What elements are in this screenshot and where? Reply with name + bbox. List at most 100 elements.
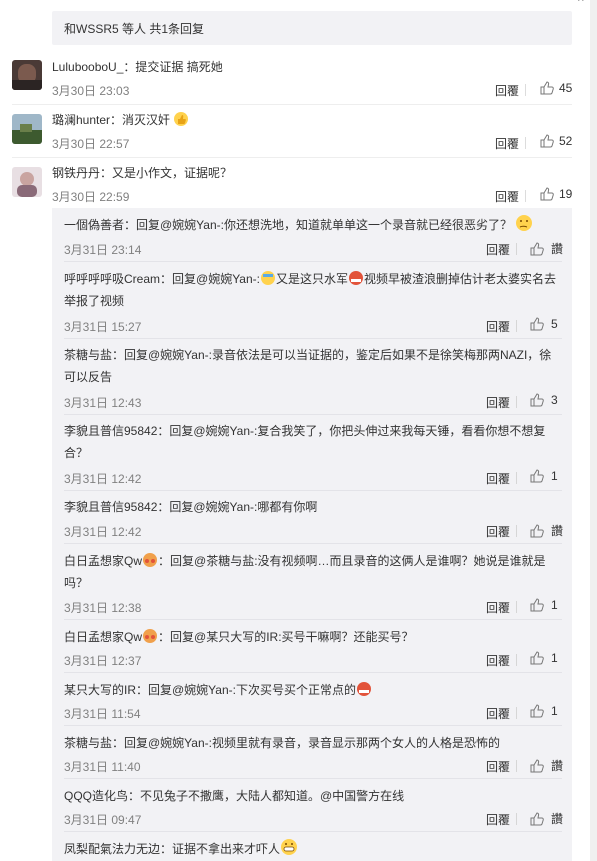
reply-text: 凤梨配氣法力无边：证据不拿出来才吓人 xyxy=(64,838,562,860)
reply-time: 3月31日 12:42 xyxy=(64,472,142,486)
reply-button[interactable]: 回覆 xyxy=(486,652,510,669)
comment-text: ：又是小作文，证据呢？ xyxy=(100,166,233,180)
divider xyxy=(64,261,562,262)
thumbs-up-icon xyxy=(540,134,554,148)
reply-button[interactable]: 回覆 xyxy=(486,241,510,258)
divider xyxy=(64,725,562,726)
divider xyxy=(516,320,517,332)
like-count: 讚 xyxy=(551,812,564,826)
like-button[interactable]: 45 xyxy=(540,81,572,95)
reply-text: 白日孟想家Qw ：回复@茶糖与盐:没有视频啊…而且录音的这俩人是谁啊？她说是谁就是… xyxy=(64,550,562,594)
reply-time: 3月31日 15:27 xyxy=(64,320,142,334)
like-button[interactable]: 3 xyxy=(530,393,558,407)
grinning-face-icon xyxy=(281,839,298,855)
reply-time: 3月31日 12:38 xyxy=(64,601,142,615)
thread-header[interactable]: 和WSSR5 等人 共1条回复 xyxy=(52,11,572,45)
scroll-up-icon[interactable]: ^ xyxy=(578,0,584,8)
reply-content: 某只大写的IR：回复@婉婉Yan-:下次买号买个正常点的 xyxy=(64,683,356,697)
divider xyxy=(64,778,562,779)
reply-text: 某只大写的IR：回复@婉婉Yan-:下次买号买个正常点的 xyxy=(64,679,562,701)
emoji-face-icon xyxy=(260,271,275,285)
reply-text: 白日孟想家Qw ：回复@某只大写的IR:买号干嘛啊？还能买号？ xyxy=(64,626,562,648)
like-button[interactable]: 19 xyxy=(540,187,572,201)
reply-content: 茶糖与盐：回复@婉婉Yan-:录音依法是可以当证据的，鉴定后如果不是徐笑梅那两N… xyxy=(64,348,552,384)
comment-user[interactable]: 璐澜hunter xyxy=(52,113,110,127)
thumbs-up-icon xyxy=(530,758,544,772)
scrollbar[interactable] xyxy=(590,0,597,861)
thumbs-up-icon xyxy=(530,469,544,483)
reply-time: 3月31日 11:40 xyxy=(64,760,141,774)
reply-content: 呼呼呼呼吸Cream：回复@婉婉Yan-: xyxy=(64,272,260,286)
like-count: 52 xyxy=(559,134,573,148)
like-button[interactable]: 1 xyxy=(530,704,558,718)
like-count: 5 xyxy=(551,317,558,331)
divider xyxy=(64,490,562,491)
avatar[interactable] xyxy=(12,114,42,144)
divider xyxy=(516,601,517,613)
like-count: 19 xyxy=(559,187,573,201)
like-count: 讚 xyxy=(551,759,564,773)
like-button[interactable]: 讚 xyxy=(530,810,563,827)
reply-content: ：回复@某只大写的IR:买号干嘛啊？还能买号？ xyxy=(158,630,414,644)
divider xyxy=(516,760,517,772)
divider xyxy=(525,190,526,202)
thumbs-up-icon xyxy=(530,523,544,537)
reply-text: 茶糖与盐：回复@婉婉Yan-:录音依法是可以当证据的，鉴定后如果不是徐笑梅那两N… xyxy=(64,344,562,388)
like-button[interactable]: 1 xyxy=(530,651,558,665)
thumbs-up-icon xyxy=(530,317,544,331)
reply-text: 茶糖与盐：回复@婉婉Yan-:视频里就有录音，录音显示那两个女人的人格是恐怖的 xyxy=(64,732,562,754)
reply-button[interactable]: 回覆 xyxy=(486,470,510,487)
like-button[interactable]: 5 xyxy=(530,317,558,331)
divider xyxy=(64,672,562,673)
divider xyxy=(516,472,517,484)
like-button[interactable]: 1 xyxy=(530,598,558,612)
reply-button[interactable]: 回覆 xyxy=(495,188,519,205)
comment-body: 钢铁丹丹：又是小作文，证据呢？ xyxy=(52,164,232,182)
divider xyxy=(64,831,562,832)
like-button[interactable]: 讚 xyxy=(530,522,563,539)
reply-content: 李貌且普信95842：回复@婉婉Yan-:复合我笑了，你把头伸过来我每天锤，看看… xyxy=(64,424,546,460)
reply-button[interactable]: 回覆 xyxy=(486,599,510,616)
divider xyxy=(12,104,572,105)
like-button[interactable]: 1 xyxy=(530,469,558,483)
like-count: 45 xyxy=(559,81,573,95)
reply-button[interactable]: 回覆 xyxy=(486,318,510,335)
like-count: 1 xyxy=(551,469,558,483)
reply-button[interactable]: 回覆 xyxy=(486,705,510,722)
angry-face-icon xyxy=(349,271,363,285)
comment-text: ：提交证据 搞死她 xyxy=(123,60,223,74)
reply-text: 李貌且普信95842：回复@婉婉Yan-:哪都有你啊 xyxy=(64,496,562,518)
comment-text: ：消灭汉奸 xyxy=(110,113,171,127)
comment-time: 3月30日 22:57 xyxy=(52,137,130,151)
reply-content: 一個偽善者：回复@婉婉Yan-:你还想洗地，知道就单单这一个录音就已经很恶劣了？ xyxy=(64,218,512,232)
reply-button[interactable]: 回覆 xyxy=(495,82,519,99)
reply-text: 李貌且普信95842：回复@婉婉Yan-:复合我笑了，你把头伸过来我每天锤，看看… xyxy=(64,420,562,464)
like-button[interactable]: 52 xyxy=(540,134,572,148)
comment-time: 3月30日 23:03 xyxy=(52,84,130,98)
divider xyxy=(64,338,562,339)
avatar[interactable] xyxy=(12,60,42,90)
reply-button[interactable]: 回覆 xyxy=(495,135,519,152)
like-button[interactable]: 讚 xyxy=(530,240,563,257)
comment-user[interactable]: LulubooboU_ xyxy=(52,60,123,74)
avatar[interactable] xyxy=(12,167,42,197)
reply-text: 呼呼呼呼吸Cream：回复@婉婉Yan-: 又是这只水军 视频早被渣浪删掉估计老太婆… xyxy=(64,268,562,312)
reply-time: 3月31日 23:14 xyxy=(64,243,142,257)
thumbs-up-icon xyxy=(530,811,544,825)
comment-user[interactable]: 钢铁丹丹 xyxy=(52,166,100,180)
like-button[interactable]: 讚 xyxy=(530,757,563,774)
reply-button[interactable]: 回覆 xyxy=(486,523,510,540)
thinking-face-icon xyxy=(516,215,533,231)
reply-time: 3月31日 09:47 xyxy=(64,813,142,827)
reply-button[interactable]: 回覆 xyxy=(486,394,510,411)
like-count: 1 xyxy=(551,598,558,612)
reply-content: QQQ造化鸟：不见兔子不撒鹰，大陆人都知道。@中国警方在线 xyxy=(64,789,405,803)
like-count: 3 xyxy=(551,393,558,407)
reply-content: 凤梨配氣法力无边：证据不拿出来才吓人 xyxy=(64,842,281,856)
divider xyxy=(516,707,517,719)
reply-button[interactable]: 回覆 xyxy=(486,811,510,828)
reply-content: 李貌且普信95842：回复@婉婉Yan-:哪都有你啊 xyxy=(64,500,318,514)
reply-button[interactable]: 回覆 xyxy=(486,758,510,775)
divider xyxy=(516,243,517,255)
reply-time: 3月31日 12:43 xyxy=(64,396,142,410)
